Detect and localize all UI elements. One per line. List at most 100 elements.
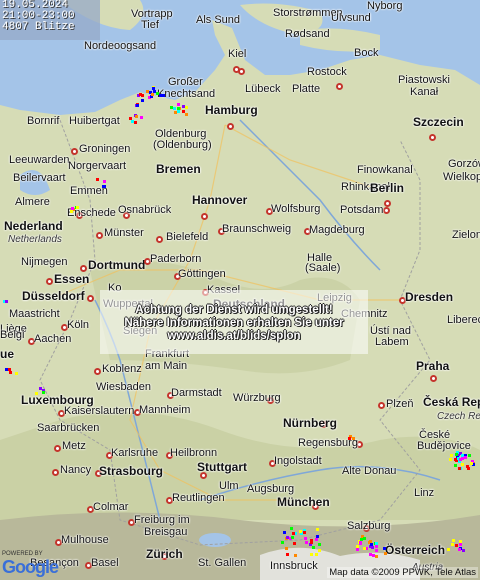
lightning-strike	[454, 544, 458, 548]
city-label: Essen	[54, 272, 90, 286]
city-marker[interactable]	[201, 213, 208, 220]
city-label: Szczecin	[413, 115, 464, 129]
city-label: Platte	[292, 83, 321, 95]
map-view[interactable]: Vortrapp Tief Als Sund Storstrømmen Ulvsund N…	[0, 0, 480, 580]
lightning-strike	[161, 93, 165, 97]
city-label: Großer	[168, 76, 203, 88]
lightning-strike	[177, 103, 181, 107]
city-label: Zürich	[146, 547, 183, 561]
city-label: Strasbourg	[99, 464, 164, 478]
city-label: Braunschweig	[222, 223, 292, 235]
city-label: St. Gallen	[198, 557, 247, 569]
lightning-strike	[136, 103, 140, 107]
city-label: Würzburg	[233, 392, 281, 404]
city-label: Göttingen	[178, 268, 226, 280]
city-marker[interactable]	[52, 469, 59, 476]
lightning-strike	[42, 391, 46, 395]
city-label: Stuttgart	[197, 460, 247, 474]
city-label: Nederland	[4, 219, 63, 233]
city-marker[interactable]	[238, 68, 245, 75]
city-marker[interactable]	[384, 200, 391, 207]
city-marker[interactable]	[80, 265, 87, 272]
lightning-strike	[4, 300, 8, 304]
city-marker[interactable]	[336, 83, 343, 90]
lightning-strike	[293, 554, 297, 558]
lightning-strike	[316, 528, 319, 532]
city-label: Norgervaart	[68, 160, 127, 172]
google-logo[interactable]: POWERED BY Google	[2, 551, 59, 578]
lightning-strike	[181, 109, 185, 113]
lightning-strike	[348, 437, 352, 441]
city-marker[interactable]	[96, 232, 103, 239]
lightning-strike	[450, 542, 454, 546]
lightning-strike	[450, 453, 454, 457]
city-marker[interactable]	[227, 123, 234, 130]
city-marker[interactable]	[94, 368, 101, 375]
city-label: Köln	[67, 319, 90, 331]
city-marker[interactable]	[54, 445, 61, 452]
city-marker[interactable]	[46, 278, 53, 285]
city-label: Bielefeld	[166, 231, 209, 243]
city-label: Darmstadt	[171, 387, 222, 399]
city-label: Österreich	[385, 543, 446, 557]
city-label: Dresden	[405, 290, 454, 304]
lightning-strike	[174, 111, 178, 115]
lightning-strike	[458, 542, 462, 546]
city-label: (Oldenburg)	[153, 139, 212, 151]
city-label: Kaiserslautern	[64, 405, 135, 417]
lightning-strike	[356, 547, 360, 551]
city-label: Hannover	[192, 193, 248, 207]
city-label: Nordeoogsand	[84, 40, 157, 52]
lightning-strike	[369, 543, 373, 547]
lightning-strike	[152, 87, 156, 91]
lightning-strike	[292, 532, 296, 536]
city-label: Mannheim	[139, 404, 191, 416]
city-label: Bornrif	[27, 115, 60, 127]
city-label: Rostock	[307, 66, 347, 78]
lake-bodensee	[199, 533, 231, 547]
lightning-strike	[383, 552, 387, 556]
city-label: Saarbrücken	[37, 422, 100, 434]
city-label: Kanał	[410, 86, 439, 98]
lightning-strike	[315, 553, 319, 557]
city-marker[interactable]	[378, 402, 385, 409]
city-label: Karlsruhe	[111, 447, 159, 459]
city-label: Tief	[141, 19, 159, 31]
city-marker[interactable]	[71, 148, 78, 155]
lightning-strike	[134, 114, 138, 118]
lightning-strike	[139, 115, 143, 119]
map-copyright[interactable]: Map data ©2009 PPWK, Tele Atlas	[327, 567, 478, 578]
lightning-strike	[291, 535, 295, 539]
lightning-strike	[283, 531, 287, 535]
city-label: Linz	[414, 487, 435, 499]
lightning-strike	[286, 552, 290, 556]
city-label: Netherlands	[8, 234, 62, 245]
lightning-strike	[150, 92, 154, 96]
city-label: Hamburg	[205, 103, 258, 117]
city-marker[interactable]	[429, 134, 436, 141]
notice-line3[interactable]: www.aldis.at/blids/splon	[100, 330, 368, 343]
city-label: Maastricht	[9, 308, 60, 320]
lightning-strike	[318, 543, 322, 547]
city-label: Beilervaart	[13, 172, 66, 184]
lightning-strike	[285, 546, 289, 550]
lightning-strike	[453, 464, 457, 468]
city-marker[interactable]	[156, 236, 163, 243]
lightning-strike	[140, 98, 144, 102]
lightning-strike	[304, 541, 308, 545]
city-label: Gorzów	[448, 158, 480, 170]
city-label: Rødsand	[285, 28, 330, 40]
city-marker[interactable]	[430, 375, 437, 382]
city-label: Nürnberg	[283, 416, 337, 430]
lightning-strike	[458, 548, 462, 552]
city-marker[interactable]	[87, 295, 94, 302]
lightning-strike	[449, 457, 453, 461]
lightning-strike	[461, 462, 465, 466]
city-label: (Saale)	[305, 262, 341, 274]
city-label: Dortmund	[88, 258, 146, 272]
lightning-strike	[352, 436, 356, 440]
city-label: Knechtsand	[157, 88, 216, 100]
google-wordmark: Google	[2, 557, 59, 577]
lightning-strike	[362, 537, 366, 541]
city-marker[interactable]	[383, 207, 390, 214]
